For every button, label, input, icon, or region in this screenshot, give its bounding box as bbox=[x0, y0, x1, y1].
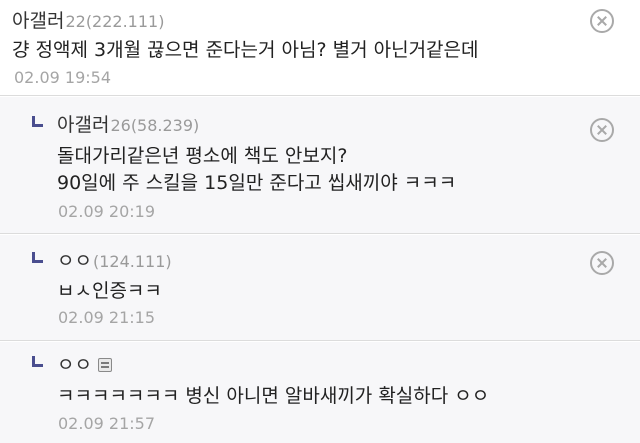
reply-arrow-icon bbox=[32, 356, 43, 367]
delete-comment-button[interactable] bbox=[590, 9, 614, 33]
reply-arrow-icon bbox=[32, 252, 43, 263]
reply-arrow-icon bbox=[32, 116, 43, 127]
reply-body: ㅋㅋㅋㅋㅋㅋㅋ 병신 아니면 알바새끼가 확실하다 ㅇㅇ bbox=[57, 385, 490, 407]
reply-ip: 26(58.239) bbox=[110, 116, 200, 135]
reply-item: ㅇㅇ (124.111) ㅂㅅ인증ㅋㅋ 02.09 21:15 bbox=[0, 235, 640, 341]
delete-reply-button[interactable] bbox=[590, 251, 614, 275]
reply-item: ㅇㅇ ㅋㅋㅋㅋㅋㅋㅋ 병신 아니면 알바새끼가 확실하다 ㅇㅇ 02.09 21… bbox=[0, 342, 640, 443]
image-icon[interactable] bbox=[97, 358, 112, 372]
reply-body: ㅂㅅ인증ㅋㅋ bbox=[57, 280, 162, 302]
comment-ip: 22(222.111) bbox=[65, 12, 165, 31]
comment-item: 아갤러 22(222.111) 걍 정액제 3개월 끊으면 준다는거 아님? 별… bbox=[0, 0, 640, 96]
comment-timestamp: 02.09 19:54 bbox=[14, 68, 111, 87]
comment-body: 걍 정액제 3개월 끊으면 준다는거 아님? 별거 아닌거같은데 bbox=[12, 39, 479, 61]
comment-nickname[interactable]: 아갤러 bbox=[12, 6, 64, 33]
reply-ip: (124.111) bbox=[92, 252, 172, 271]
reply-nickname[interactable]: 아갤러 bbox=[57, 110, 109, 137]
reply-body-line: 돌대가리같은년 평소에 책도 안보지? bbox=[57, 145, 348, 167]
reply-header: ㅇㅇ bbox=[57, 350, 112, 377]
reply-timestamp: 02.09 21:15 bbox=[58, 308, 155, 327]
reply-nickname[interactable]: ㅇㅇ bbox=[57, 350, 92, 377]
reply-timestamp: 02.09 21:57 bbox=[58, 414, 155, 433]
reply-header: 아갤러 26(58.239) bbox=[57, 110, 199, 137]
reply-nickname[interactable]: ㅇㅇ bbox=[57, 246, 92, 273]
reply-header: ㅇㅇ (124.111) bbox=[57, 246, 172, 273]
reply-timestamp: 02.09 20:19 bbox=[58, 202, 155, 221]
reply-item: 아갤러 26(58.239) 돌대가리같은년 평소에 책도 안보지? 90일에 … bbox=[0, 97, 640, 234]
delete-reply-button[interactable] bbox=[590, 118, 614, 142]
comment-header: 아갤러 22(222.111) bbox=[12, 6, 164, 33]
reply-body-line: 90일에 주 스킬을 15일만 준다고 씹새끼야 ㅋㅋㅋ bbox=[57, 172, 457, 194]
